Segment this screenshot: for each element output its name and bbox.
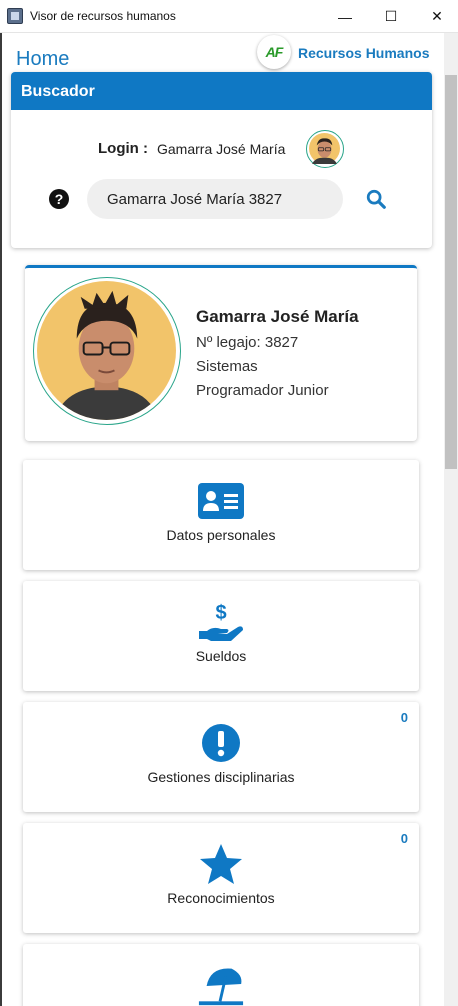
close-button[interactable]: ✕ — [414, 0, 458, 33]
login-label: Login : — [98, 140, 148, 157]
search-card: Buscador Login : Gamarra José María ? — [11, 72, 432, 248]
vertical-scrollbar[interactable] — [444, 33, 458, 1006]
star-icon — [197, 843, 245, 885]
background-window-edge — [0, 33, 2, 1006]
tile-label: Reconocimientos — [167, 890, 275, 906]
window-title: Visor de recursos humanos — [30, 9, 176, 23]
profile-position: Programador Junior — [196, 382, 329, 399]
help-icon[interactable]: ? — [49, 189, 69, 209]
search-icon[interactable] — [363, 186, 389, 212]
window-titlebar: Visor de recursos humanos — ☐ ✕ — [0, 0, 458, 33]
id-card-icon — [197, 480, 245, 522]
minimize-button[interactable]: — — [322, 0, 368, 33]
umbrella-beach-icon — [197, 964, 245, 1006]
tile-count-badge: 0 — [400, 710, 408, 725]
tile-label: Gestiones disciplinarias — [147, 769, 295, 785]
home-link[interactable]: Home — [16, 48, 69, 71]
tile-sueldos[interactable]: $ Sueldos — [23, 581, 419, 691]
login-avatar-image — [309, 133, 340, 164]
svg-text:$: $ — [215, 602, 226, 624]
tile-vacaciones[interactable] — [23, 944, 419, 1006]
app-icon — [7, 8, 23, 24]
login-avatar[interactable] — [306, 130, 344, 168]
profile-legajo: Nº legajo: 3827 — [196, 334, 299, 351]
profile-card: Gamarra José María Nº legajo: 3827 Siste… — [25, 265, 417, 441]
tile-label: Datos personales — [166, 527, 276, 543]
tile-reconocimientos[interactable]: Reconocimientos 0 — [23, 823, 419, 933]
profile-department: Sistemas — [196, 358, 258, 375]
login-name: Gamarra José María — [157, 141, 286, 157]
search-input[interactable] — [87, 179, 343, 219]
brand-name: Recursos Humanos — [298, 45, 430, 61]
tile-label: Sueldos — [195, 648, 247, 664]
tile-count-badge: 0 — [400, 831, 408, 846]
tile-datos-personales[interactable]: Datos personales — [23, 460, 419, 570]
brand-logo: AF — [257, 35, 291, 69]
profile-name: Gamarra José María — [196, 307, 359, 326]
scrollbar-thumb[interactable] — [445, 75, 457, 469]
search-card-header: Buscador — [11, 72, 432, 110]
tile-gestiones-disciplinarias[interactable]: Gestiones disciplinarias 0 — [23, 702, 419, 812]
profile-photo — [33, 277, 181, 425]
exclamation-circle-icon — [197, 722, 245, 764]
hand-dollar-icon: $ — [197, 601, 245, 643]
maximize-button[interactable]: ☐ — [368, 0, 414, 33]
brand-logo-mark: AF — [265, 44, 284, 60]
